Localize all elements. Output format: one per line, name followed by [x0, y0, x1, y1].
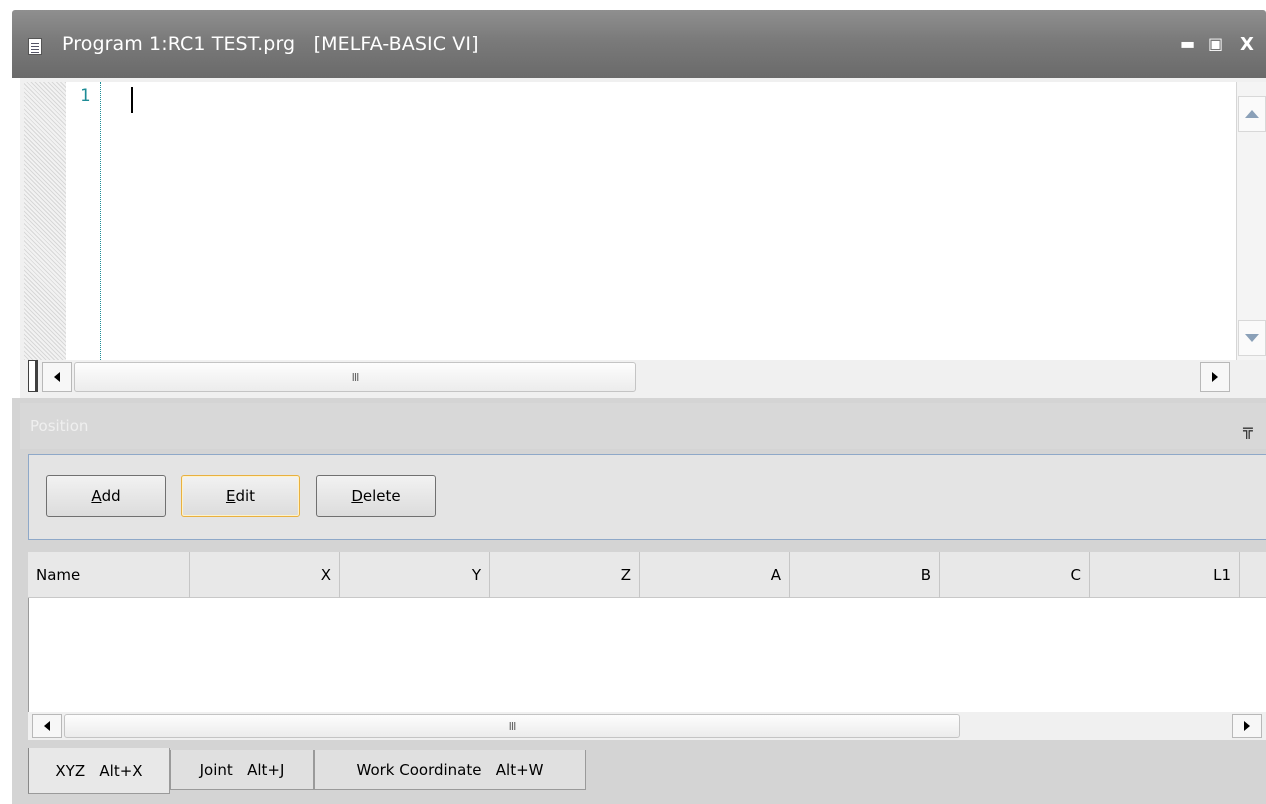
- column-header-c[interactable]: C: [940, 552, 1090, 598]
- column-header-l1[interactable]: L1: [1090, 552, 1240, 598]
- edit-button-accel: E: [225, 487, 236, 505]
- close-button[interactable]: X: [1240, 34, 1254, 55]
- arrow-up-icon: [1245, 110, 1259, 118]
- pin-icon[interactable]: ╦: [1243, 420, 1253, 439]
- scroll-right-button[interactable]: [1200, 362, 1230, 392]
- arrow-left-icon: [54, 372, 60, 382]
- table-scroll-right-button[interactable]: [1232, 714, 1262, 738]
- column-header-x[interactable]: X: [190, 552, 340, 598]
- column-header-name[interactable]: Name: [28, 552, 190, 598]
- minimize-button[interactable]: ▬: [1180, 34, 1195, 53]
- table-scroll-left-button[interactable]: [32, 714, 62, 738]
- line-number-gutter: [66, 82, 102, 360]
- editor-margin[interactable]: [24, 82, 66, 360]
- arrow-right-icon: [1212, 372, 1218, 382]
- grip-icon: III: [508, 719, 517, 733]
- column-header-y[interactable]: Y: [340, 552, 490, 598]
- column-header-z[interactable]: Z: [490, 552, 640, 598]
- code-text-area[interactable]: [102, 82, 1236, 360]
- delete-button[interactable]: Delete: [316, 475, 436, 517]
- column-header-b[interactable]: B: [790, 552, 940, 598]
- grip-icon: III: [351, 370, 360, 384]
- tab-xyz[interactable]: XYZ Alt+X: [28, 748, 170, 794]
- delete-button-accel: D: [351, 487, 363, 505]
- panel-header[interactable]: [20, 403, 1266, 449]
- arrow-right-icon: [1244, 721, 1250, 731]
- add-button[interactable]: Add: [46, 475, 166, 517]
- arrow-down-icon: [1245, 334, 1259, 342]
- maximize-button[interactable]: ▣: [1208, 34, 1223, 53]
- edit-button[interactable]: Edit: [181, 475, 300, 517]
- split-handle[interactable]: [28, 360, 38, 392]
- horizontal-scroll-thumb[interactable]: III: [74, 362, 636, 392]
- scroll-down-button[interactable]: [1238, 320, 1266, 356]
- text-caret: [131, 87, 133, 113]
- tab-work-coordinate[interactable]: Work Coordinate Alt+W: [314, 750, 586, 790]
- edit-button-label: dit: [235, 487, 256, 505]
- add-button-label: dd: [101, 487, 121, 505]
- document-icon: [28, 38, 42, 55]
- scroll-up-button[interactable]: [1238, 96, 1266, 132]
- column-header-a[interactable]: A: [640, 552, 790, 598]
- window-title: Program 1:RC1 TEST.prg [MELFA-BASIC VI]: [62, 33, 479, 55]
- scroll-left-button[interactable]: [42, 362, 72, 392]
- table-scroll-thumb[interactable]: III: [64, 714, 960, 738]
- arrow-left-icon: [44, 721, 50, 731]
- line-number: 1: [80, 86, 91, 106]
- tab-joint[interactable]: Joint Alt+J: [170, 750, 314, 790]
- delete-button-label: elete: [362, 487, 401, 505]
- add-button-accel: A: [91, 487, 102, 505]
- panel-title: Position: [30, 417, 89, 435]
- gutter-divider: [100, 82, 101, 360]
